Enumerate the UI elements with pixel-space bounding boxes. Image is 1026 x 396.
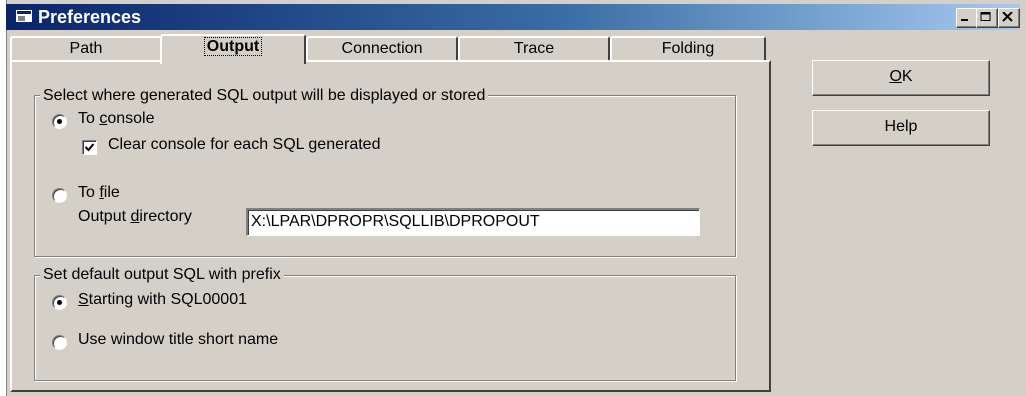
tab-trace[interactable]: Trace [458, 36, 610, 62]
output-directory-input[interactable]: X:\LPAR\DPROPR\SQLLIB\DPROPOUT [246, 208, 700, 236]
minimize-icon [961, 19, 968, 21]
to-console-label[interactable]: To console [78, 110, 155, 128]
starting-with-radio[interactable] [52, 295, 67, 310]
tab-path-label: Path [69, 40, 103, 57]
maximize-button[interactable] [976, 8, 998, 28]
tab-output-label: Output [203, 37, 263, 56]
tab-output[interactable]: Output [160, 34, 306, 64]
use-window-title-label[interactable]: Use window title short name [78, 331, 278, 349]
tab-folding[interactable]: Folding [610, 36, 766, 62]
output-destination-legend: Select where generated SQL output will b… [40, 87, 489, 105]
maximize-icon [980, 12, 991, 21]
starting-with-label[interactable]: Starting with SQL00001 [78, 291, 247, 309]
close-button[interactable] [998, 8, 1020, 28]
prefix-legend: Set default output SQL with prefix [40, 266, 284, 284]
tab-path[interactable]: Path [10, 36, 162, 62]
to-file-radio[interactable] [52, 188, 67, 203]
window-title: Preferences [38, 7, 142, 27]
use-window-title-radio[interactable] [52, 335, 67, 350]
tab-panel-output: Select where generated SQL output will b… [10, 60, 771, 392]
clear-console-label[interactable]: Clear console for each SQL generated [108, 136, 380, 154]
checkmark-icon [84, 143, 95, 152]
clear-console-checkbox[interactable] [82, 140, 97, 155]
minimize-button[interactable] [956, 8, 978, 28]
window-left-edge [0, 0, 7, 396]
close-icon [1002, 12, 1013, 22]
title-bar[interactable]: Preferences [6, 4, 1020, 30]
to-file-label[interactable]: To file [78, 184, 120, 202]
tab-folding-label: Folding [661, 40, 715, 57]
ok-button[interactable]: OK [812, 60, 990, 96]
output-directory-label: Output directory [78, 208, 192, 225]
help-button[interactable]: Help [812, 110, 990, 146]
tab-connection-label: Connection [341, 40, 423, 57]
app-icon [16, 10, 32, 22]
tab-trace-label: Trace [513, 40, 555, 57]
to-console-radio[interactable] [52, 114, 67, 129]
help-button-label: Help [884, 118, 918, 135]
preferences-window: Preferences Path Output Connection Trace… [0, 0, 1026, 396]
tab-strip: Path Output Connection Trace Folding [10, 34, 770, 64]
tab-connection[interactable]: Connection [306, 36, 458, 62]
